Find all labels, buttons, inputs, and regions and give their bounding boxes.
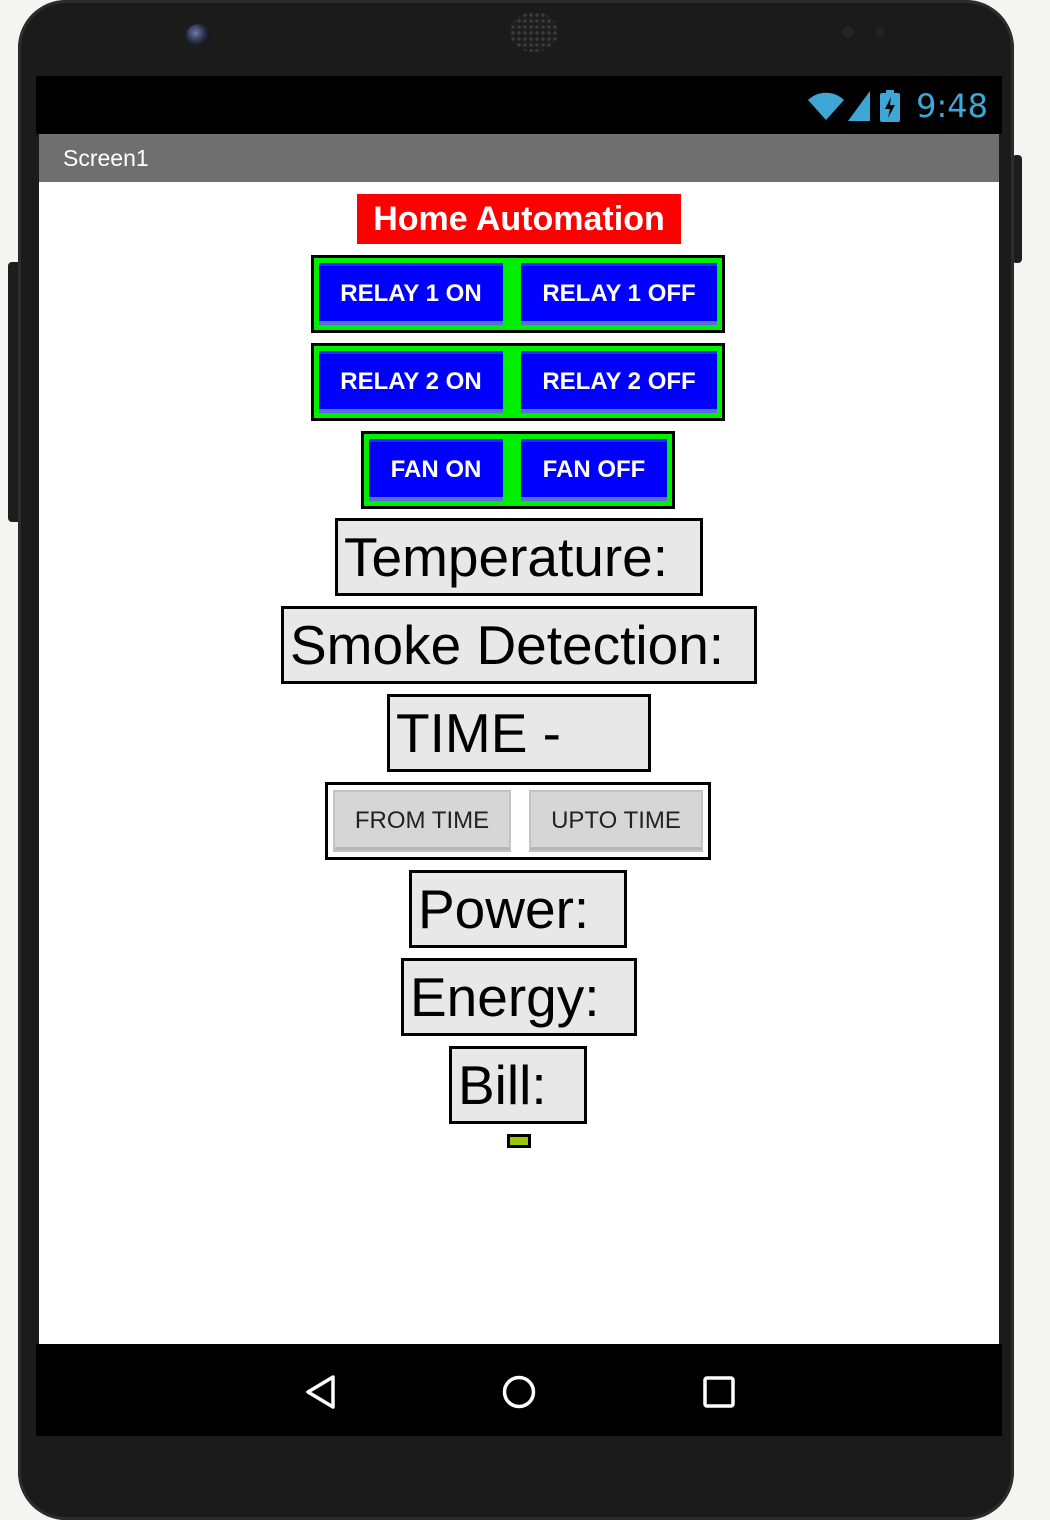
status-time: 9:48 xyxy=(916,87,988,125)
smoke-detection-label: Smoke Detection: xyxy=(281,606,757,684)
back-button[interactable] xyxy=(300,1372,340,1412)
time-range-row: FROM TIME UPTO TIME xyxy=(325,782,711,860)
from-time-button[interactable]: FROM TIME xyxy=(333,790,511,852)
fan-row: FAN ON FAN OFF xyxy=(361,431,675,509)
relay1-row: RELAY 1 ON RELAY 1 OFF xyxy=(311,255,725,333)
recents-button[interactable] xyxy=(699,1372,739,1412)
app-heading: Home Automation xyxy=(357,194,681,244)
recents-icon xyxy=(703,1376,735,1408)
status-indicator xyxy=(507,1134,531,1148)
wifi-icon xyxy=(808,92,845,120)
relay1-on-button[interactable]: RELAY 1 ON xyxy=(319,263,503,325)
front-camera xyxy=(186,24,210,46)
navigation-bar xyxy=(36,1344,1002,1436)
fan-off-button[interactable]: FAN OFF xyxy=(521,439,667,501)
battery-charging-icon xyxy=(880,90,901,122)
back-icon xyxy=(306,1375,335,1409)
app-screen: Home Automation RELAY 1 ON RELAY 1 OFF R… xyxy=(39,182,999,1344)
power-label: Power: xyxy=(409,870,627,948)
upto-time-button[interactable]: UPTO TIME xyxy=(529,790,703,852)
relay2-row: RELAY 2 ON RELAY 2 OFF xyxy=(311,343,725,421)
home-button[interactable] xyxy=(499,1372,539,1412)
energy-label: Energy: xyxy=(401,958,637,1036)
screen-title: Screen1 xyxy=(63,144,149,171)
time-label: TIME - xyxy=(387,694,651,772)
bill-label: Bill: xyxy=(449,1046,587,1124)
status-icons: 9:48 xyxy=(806,84,988,128)
relay2-off-button[interactable]: RELAY 2 OFF xyxy=(521,351,717,413)
fan-on-button[interactable]: FAN ON xyxy=(369,439,503,501)
status-bar: 9:48 xyxy=(36,76,1002,134)
light-sensor xyxy=(876,28,884,36)
relay2-on-button[interactable]: RELAY 2 ON xyxy=(319,351,503,413)
signal-icon xyxy=(848,91,871,121)
title-bar: Screen1 xyxy=(39,134,999,182)
earpiece-speaker xyxy=(510,12,558,52)
temperature-label: Temperature: xyxy=(335,518,703,596)
proximity-sensor xyxy=(842,26,854,38)
status-indicator-fill xyxy=(510,1137,528,1145)
relay1-off-button[interactable]: RELAY 1 OFF xyxy=(521,263,717,325)
home-icon xyxy=(502,1375,536,1409)
